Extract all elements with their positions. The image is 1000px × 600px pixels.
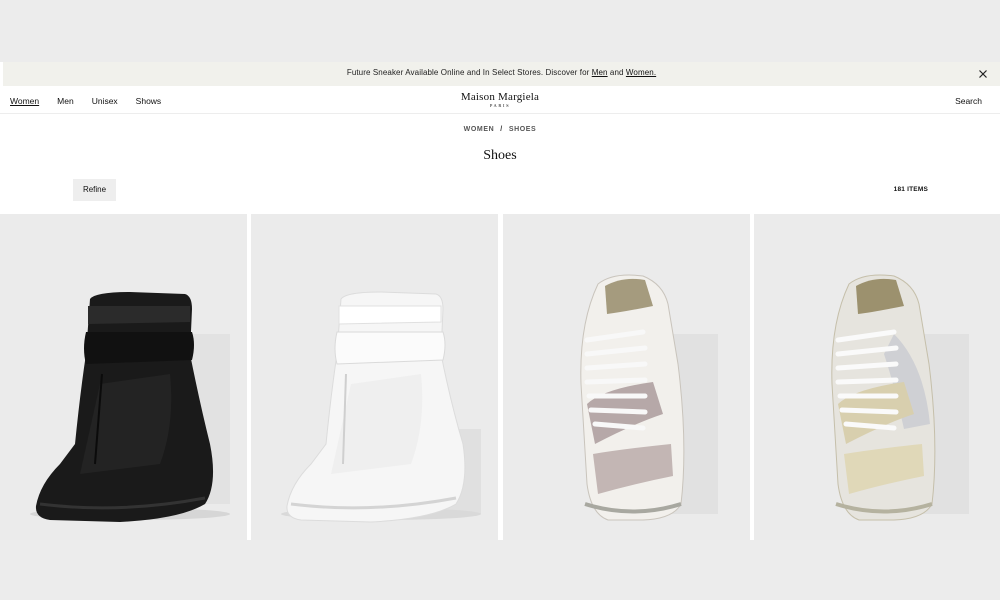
beige-suede-low-top-sneaker <box>503 214 750 540</box>
bottom-spacer <box>0 540 1000 600</box>
brand-logo[interactable]: Maison Margiela PARIS <box>0 91 1000 108</box>
product-card-4[interactable] <box>754 214 1000 540</box>
banner-and: and <box>607 68 626 77</box>
page-title: Shoes <box>483 148 517 163</box>
white-high-top-sneaker <box>251 214 498 540</box>
product-grid <box>0 214 1000 540</box>
site-header: Women Men Unisex Shows Maison Margiela P… <box>0 86 1000 114</box>
logo-subtitle: PARIS <box>489 103 511 108</box>
logo-wordmark: Maison Margiela <box>460 91 540 103</box>
top-spacer <box>0 0 1000 62</box>
breadcrumb-women[interactable]: WOMEN <box>464 126 495 133</box>
gold-metallic-low-top-sneaker <box>754 214 1000 540</box>
item-count: 181 ITEMS <box>893 186 928 193</box>
close-icon[interactable] <box>976 67 990 81</box>
black-high-top-sneaker <box>0 214 247 540</box>
listing-header: WOMEN / SHOES Shoes Refine 181 ITEMS <box>0 114 1000 214</box>
product-card-3[interactable] <box>503 214 750 540</box>
breadcrumb-shoes[interactable]: SHOES <box>509 126 537 133</box>
breadcrumb-separator: / <box>500 126 503 133</box>
product-card-2[interactable] <box>251 214 498 540</box>
banner-link-men[interactable]: Men <box>592 68 608 77</box>
banner-text: Future Sneaker Available Online and In S… <box>3 68 1000 77</box>
breadcrumb: WOMEN / SHOES <box>0 126 1000 133</box>
announcement-banner: Future Sneaker Available Online and In S… <box>0 62 1000 86</box>
product-card-1[interactable] <box>0 214 247 540</box>
banner-message: Future Sneaker Available Online and In S… <box>346 68 592 77</box>
search-button[interactable]: Search <box>955 96 982 106</box>
refine-button[interactable]: Refine <box>73 179 116 201</box>
banner-link-women[interactable]: Women. <box>626 68 656 77</box>
